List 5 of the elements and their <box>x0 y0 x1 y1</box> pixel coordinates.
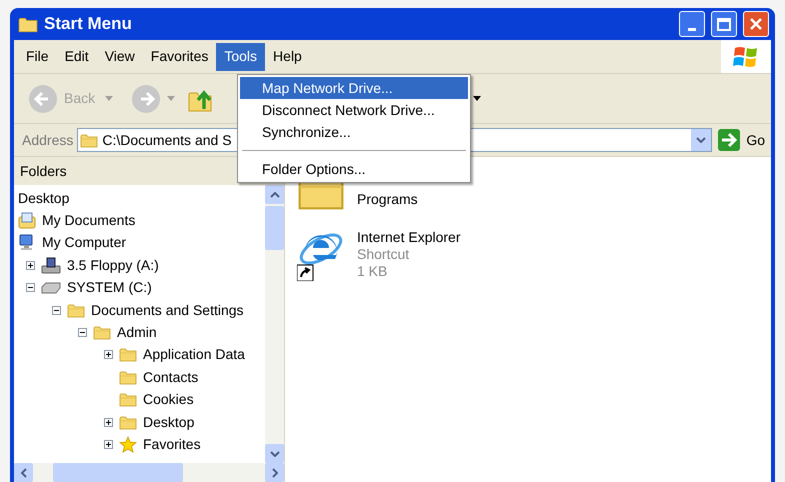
window-title: Start Menu <box>44 13 133 36</box>
file-type: Shortcut <box>357 246 410 263</box>
pane-title: Folders <box>20 162 67 180</box>
address-label: Address <box>22 130 74 150</box>
file-size: 1 KB <box>357 263 388 280</box>
